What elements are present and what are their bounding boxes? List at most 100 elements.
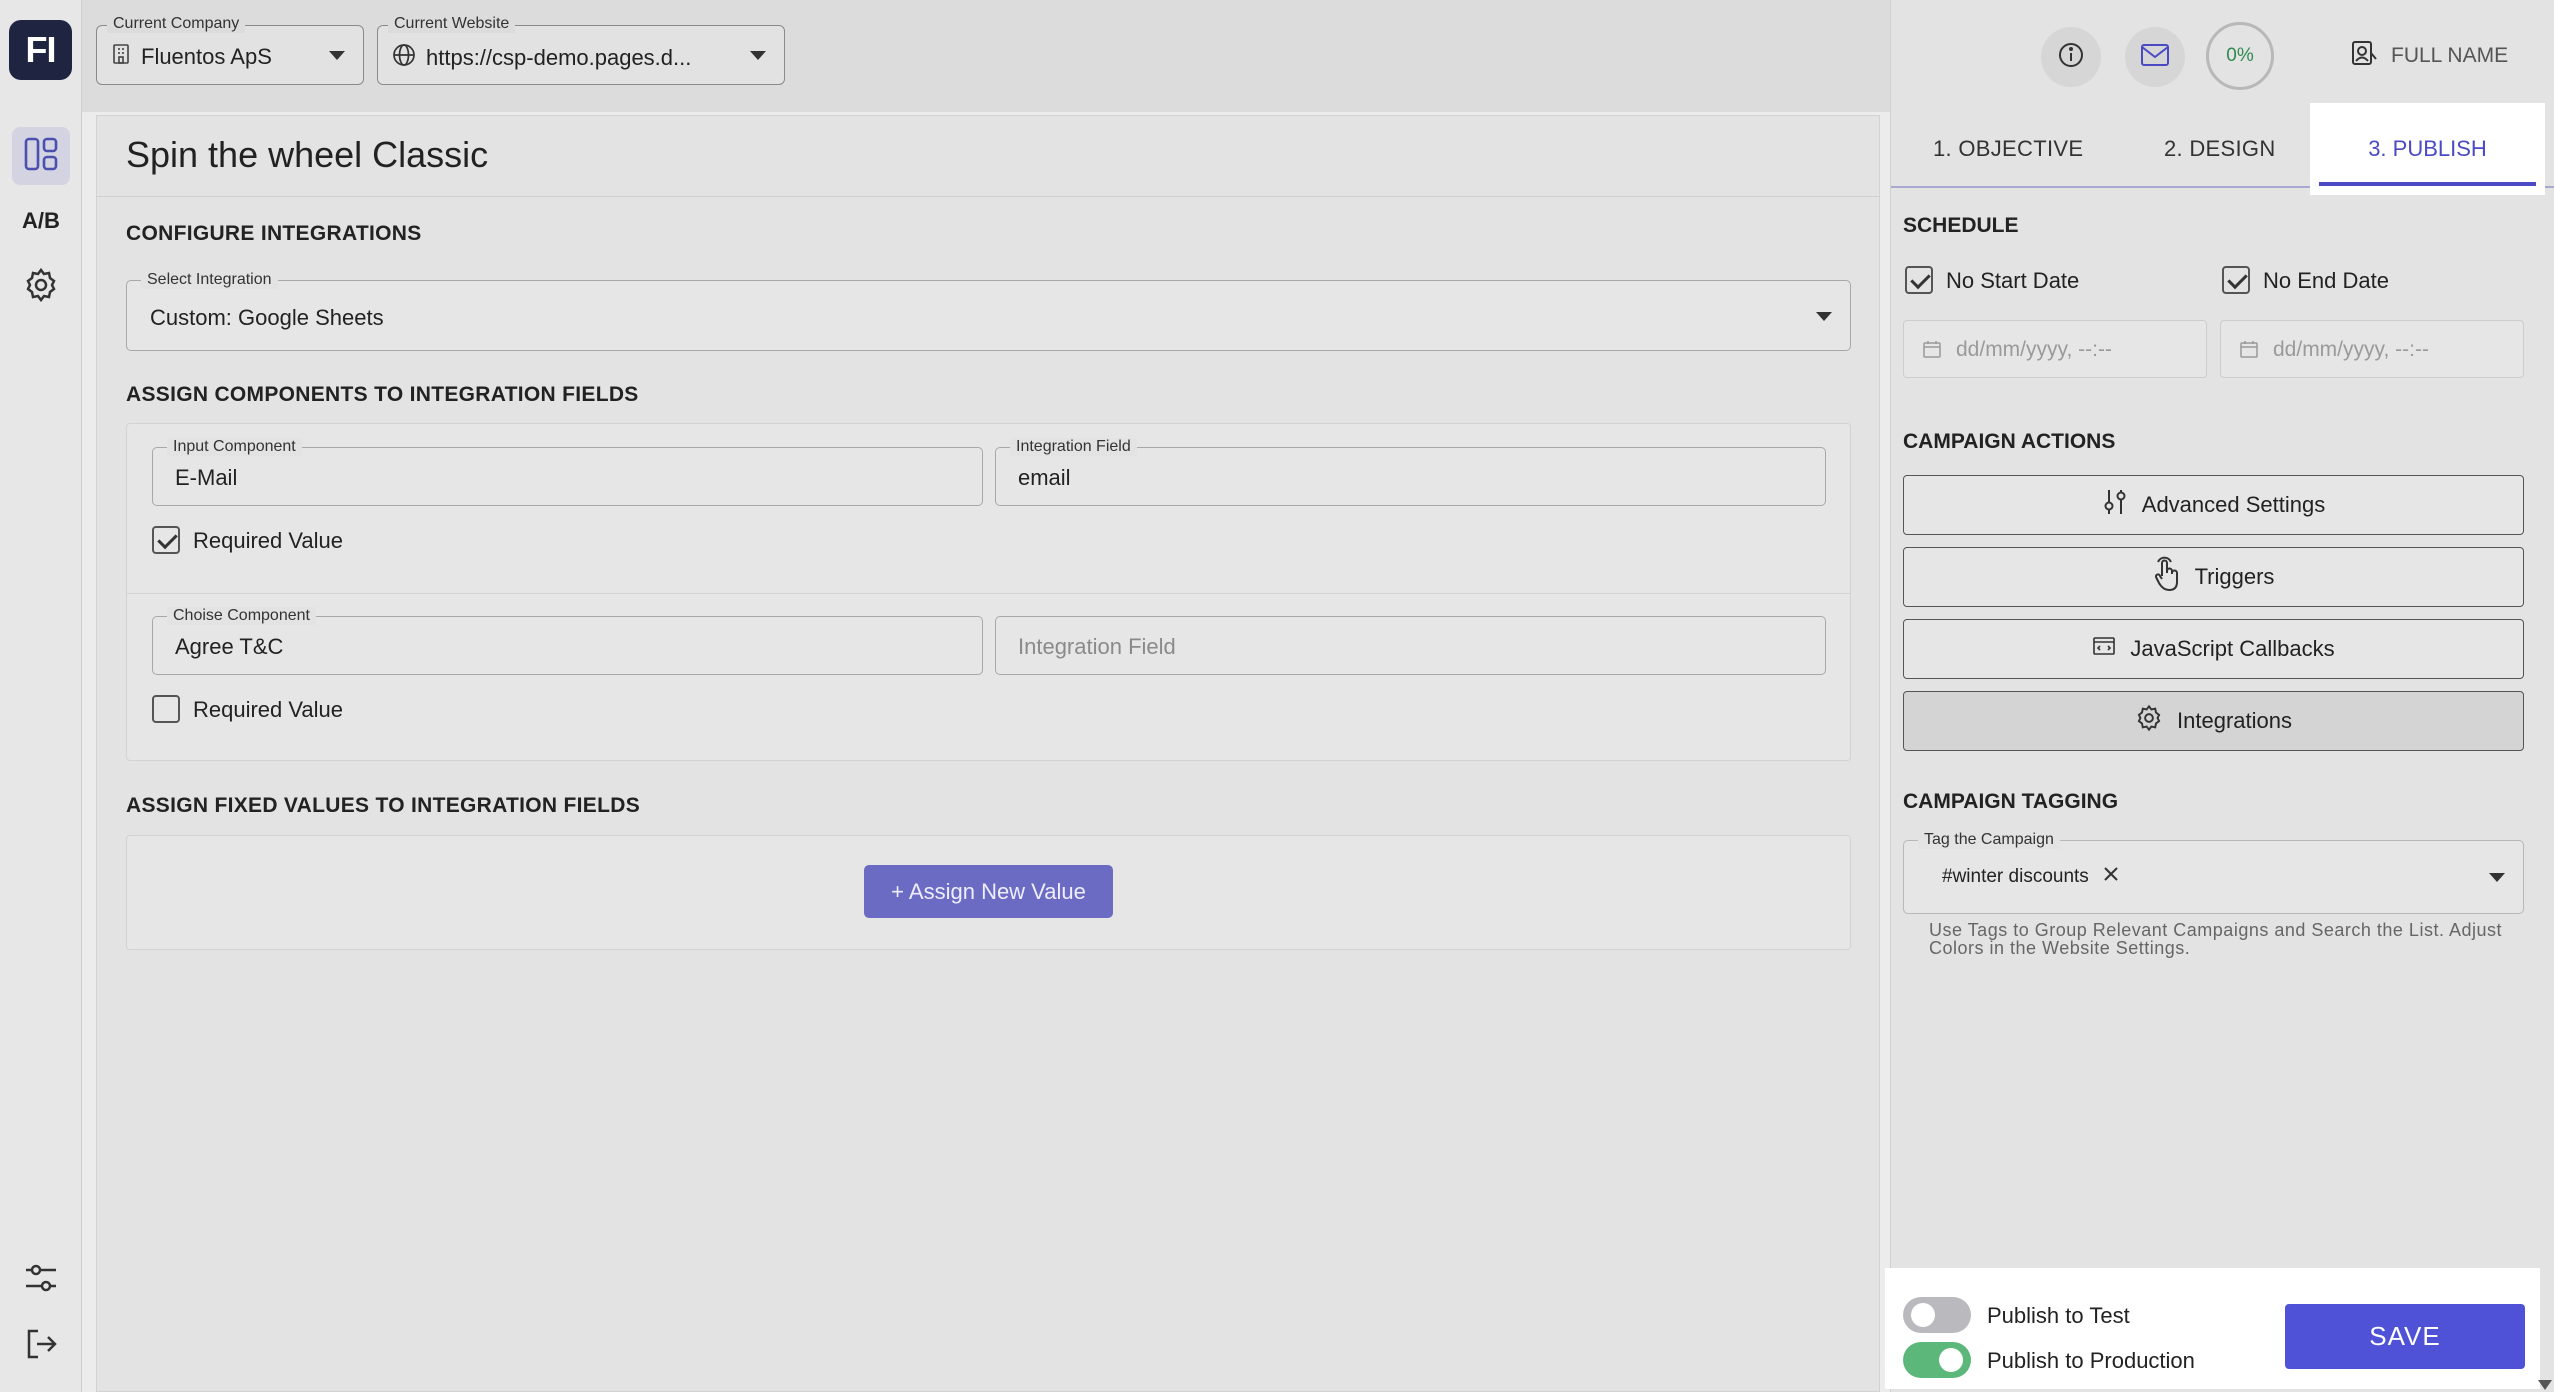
logout-button[interactable] — [12, 1317, 70, 1375]
top-bar: Current Company Fluentos ApS Current Web… — [82, 0, 1890, 112]
required-value-checkbox[interactable] — [152, 526, 180, 554]
app-logo[interactable]: FI — [9, 20, 72, 80]
integration-select-legend: Select Integration — [141, 271, 278, 289]
tab-design[interactable]: 2. DESIGN — [2164, 136, 2276, 162]
required-value-label: Required Value — [193, 528, 344, 553]
no-end-date-label: No End Date — [2263, 268, 2389, 293]
tab-publish-label: 3. PUBLISH — [2368, 136, 2487, 161]
settings-nav-button[interactable] — [12, 258, 70, 316]
publish-to-production-label: Publish to Production — [1987, 1348, 2195, 1373]
dashboard-nav-button[interactable] — [12, 127, 70, 185]
scroll-down-arrow[interactable] — [2538, 1380, 2552, 1390]
choice-component-field[interactable]: Choise Component Agree T&C — [152, 607, 983, 675]
ab-test-nav-button[interactable]: A/B — [12, 192, 70, 250]
filters-nav-button[interactable] — [12, 1251, 70, 1309]
campaign-tagging-heading: CAMPAIGN TAGGING — [1903, 790, 2119, 813]
page-title: Spin the wheel Classic — [126, 134, 489, 175]
end-date-input[interactable]: dd/mm/yyyy, --:-- — [2220, 320, 2524, 378]
tag-chip-label: #winter discounts — [1942, 866, 2089, 887]
website-select-legend: Current Website — [388, 15, 516, 33]
no-start-date-label: No Start Date — [1946, 268, 2080, 293]
integrations-button[interactable]: Integrations — [1903, 691, 2524, 751]
integration-field-placeholder: Integration Field — [1018, 634, 1176, 659]
pointer-hand-icon — [2153, 556, 2181, 598]
company-select-value: Fluentos ApS — [141, 44, 272, 69]
save-button[interactable]: SAVE — [2285, 1304, 2525, 1369]
active-tab-indicator — [2319, 182, 2536, 186]
main-panel: Spin the wheel Classic CONFIGURE INTEGRA… — [96, 115, 1880, 1392]
campaign-tag-legend: Tag the Campaign — [1918, 831, 2060, 849]
javascript-callbacks-label: JavaScript Callbacks — [2130, 636, 2335, 661]
right-panel: 0% FULL NAME 1. OBJECTIVE 2. DESIGN 3. P… — [1890, 0, 2554, 1392]
start-date-placeholder: dd/mm/yyyy, --:-- — [1956, 338, 2112, 361]
mail-icon — [2140, 43, 2170, 72]
input-component-field[interactable]: Input Component E-Mail — [152, 438, 983, 506]
publish-to-production-toggle[interactable] — [1903, 1342, 1971, 1378]
chevron-down-icon — [329, 51, 345, 60]
integration-field-value: email — [1018, 465, 1071, 490]
gear-icon — [23, 267, 59, 308]
gear-icon — [2135, 704, 2163, 738]
website-select-value: https://csp-demo.pages.d... — [426, 45, 692, 70]
javascript-callbacks-button[interactable]: JavaScript Callbacks — [1903, 619, 2524, 679]
info-icon — [2057, 41, 2085, 74]
integration-field-input[interactable]: Integration Field — [995, 616, 1826, 675]
publish-footer: Publish to Test Publish to Production SA… — [1885, 1268, 2540, 1389]
campaign-actions-heading: CAMPAIGN ACTIONS — [1903, 430, 2116, 453]
integrations-label: Integrations — [2177, 708, 2292, 733]
triggers-label: Triggers — [2194, 564, 2275, 589]
end-date-placeholder: dd/mm/yyyy, --:-- — [2273, 338, 2429, 361]
no-end-date-checkbox[interactable] — [2222, 266, 2250, 294]
choice-component-value: Agree T&C — [175, 634, 284, 659]
integration-select-value: Custom: Google Sheets — [150, 305, 384, 330]
logout-icon — [23, 1326, 59, 1367]
company-select[interactable]: Current Company Fluentos ApS — [96, 15, 364, 85]
divider — [127, 593, 1850, 594]
no-start-date-checkbox[interactable] — [1905, 266, 1933, 294]
website-select[interactable]: Current Website https://csp-demo.pages.d… — [377, 15, 785, 85]
publish-to-test-toggle[interactable] — [1903, 1297, 1971, 1333]
triggers-button[interactable]: Triggers — [1903, 547, 2524, 607]
company-select-legend: Current Company — [107, 15, 246, 33]
left-rail: FI A/B — [0, 0, 82, 1392]
required-value-checkbox[interactable] — [152, 695, 180, 723]
tagging-hint: Use Tags to Group Relevant Campaigns and… — [1929, 920, 2502, 958]
toggle-knob — [1911, 1303, 1935, 1327]
publish-to-test-label: Publish to Test — [1987, 1303, 2130, 1328]
chevron-down-icon — [1816, 312, 1832, 321]
company-icon — [111, 43, 131, 71]
sliders-icon — [23, 1260, 59, 1301]
calendar-icon — [2239, 339, 2259, 364]
configure-integrations-heading: CONFIGURE INTEGRATIONS — [126, 222, 422, 245]
user-menu[interactable]: FULL NAME — [2351, 39, 2508, 73]
start-date-input[interactable]: dd/mm/yyyy, --:-- — [1903, 320, 2207, 378]
required-value-label: Required Value — [193, 697, 344, 722]
toggle-knob — [1939, 1348, 1963, 1372]
assign-fixed-values-heading: ASSIGN FIXED VALUES TO INTEGRATION FIELD… — [126, 794, 641, 817]
divider — [97, 196, 1879, 197]
integration-field-input[interactable]: Integration Field email — [995, 438, 1826, 506]
messages-button[interactable] — [2125, 27, 2185, 87]
schedule-heading: SCHEDULE — [1903, 214, 2019, 237]
advanced-settings-button[interactable]: Advanced Settings — [1903, 475, 2524, 535]
dashboard-icon — [23, 136, 59, 177]
user-full-name: FULL NAME — [2391, 44, 2509, 67]
component-assignments: Input Component E-Mail Integration Field… — [126, 423, 1851, 761]
info-button[interactable] — [2041, 27, 2101, 87]
tag-chip: #winter discounts — [1942, 866, 2119, 888]
integration-select[interactable]: Select Integration Custom: Google Sheets — [126, 271, 1851, 351]
choice-component-legend: Choise Component — [167, 607, 316, 625]
tab-objective[interactable]: 1. OBJECTIVE — [1933, 136, 2083, 162]
advanced-settings-label: Advanced Settings — [2141, 492, 2326, 517]
tab-publish[interactable]: 3. PUBLISH — [2310, 103, 2545, 195]
chevron-down-icon — [2489, 873, 2505, 882]
assign-new-value-button[interactable]: + Assign New Value — [864, 865, 1113, 918]
globe-icon — [392, 43, 416, 73]
assign-components-heading: ASSIGN COMPONENTS TO INTEGRATION FIELDS — [126, 383, 639, 406]
close-icon[interactable] — [2103, 866, 2119, 888]
integration-field-legend: Integration Field — [1010, 438, 1137, 456]
campaign-tag-select[interactable]: Tag the Campaign #winter discounts — [1903, 831, 2524, 914]
user-profile-icon — [2351, 39, 2377, 73]
code-window-icon — [2092, 636, 2116, 662]
input-component-value: E-Mail — [175, 465, 238, 490]
